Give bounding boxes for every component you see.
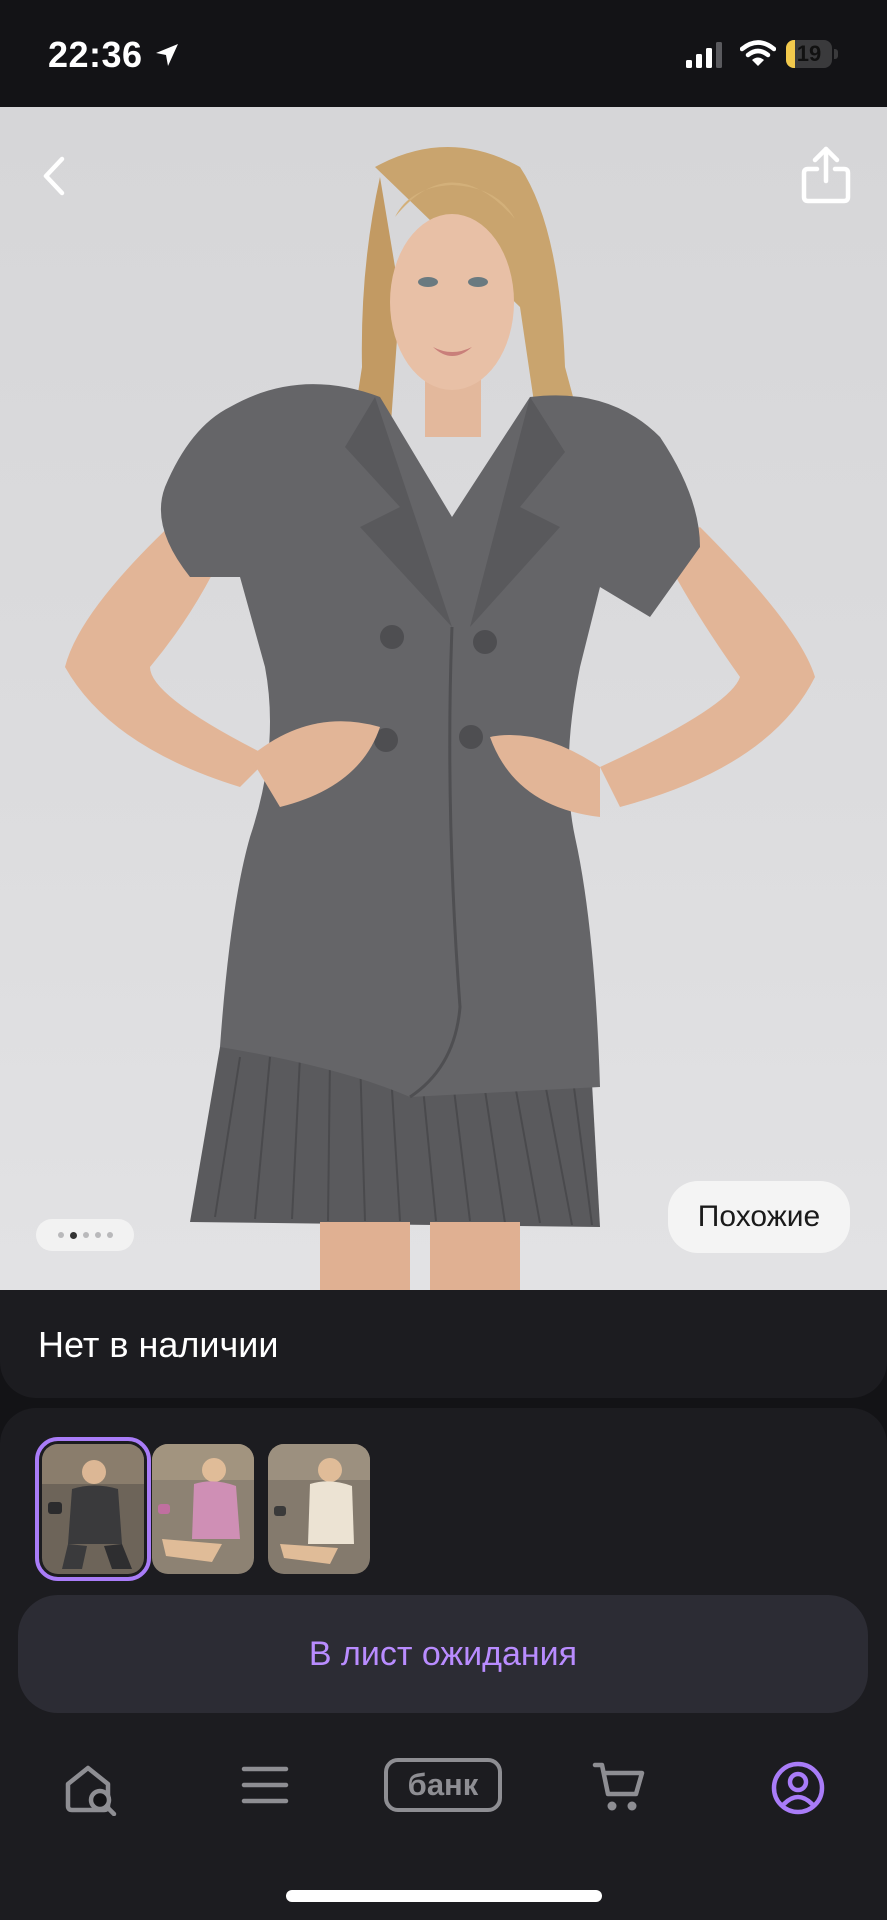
bank-icon[interactable]: банк — [384, 1758, 502, 1812]
bottom-tab-bar: банк — [0, 1740, 887, 1850]
profile-icon[interactable] — [770, 1760, 826, 1816]
gallery-dot — [82, 1232, 89, 1238]
cellular-signal-icon — [686, 42, 722, 68]
gallery-dot — [94, 1232, 101, 1238]
gallery-dot — [69, 1231, 77, 1239]
product-gallery[interactable]: Похожие — [0, 107, 887, 1290]
waitlist-button[interactable]: В лист ожидания — [18, 1595, 868, 1713]
home-indicator[interactable] — [286, 1890, 602, 1902]
home-search-icon[interactable] — [62, 1760, 118, 1816]
gallery-dot — [57, 1232, 64, 1238]
variant-thumbnail-grey[interactable] — [35, 1437, 151, 1581]
share-icon[interactable] — [796, 143, 856, 207]
back-icon[interactable] — [28, 147, 86, 205]
menu-icon[interactable] — [240, 1760, 290, 1810]
battery-level: 19 — [796, 41, 822, 66]
variant-thumbnail-cream[interactable] — [268, 1444, 370, 1574]
status-time: 22:36 — [48, 34, 143, 75]
gallery-page-indicator — [36, 1219, 134, 1251]
variant-thumbnail-pink[interactable] — [152, 1444, 254, 1574]
availability-status: Нет в наличии — [38, 1324, 279, 1365]
status-bar: 22:36 19 — [0, 0, 887, 107]
battery-icon: 19 — [786, 40, 840, 70]
similar-button[interactable]: Похожие — [668, 1181, 850, 1253]
availability-card: Нет в наличии — [0, 1290, 887, 1398]
product-photo — [65, 147, 815, 1290]
gallery-dot — [106, 1232, 113, 1238]
wifi-icon — [740, 40, 776, 66]
cart-icon[interactable] — [592, 1760, 646, 1816]
location-arrow-icon — [156, 44, 178, 66]
